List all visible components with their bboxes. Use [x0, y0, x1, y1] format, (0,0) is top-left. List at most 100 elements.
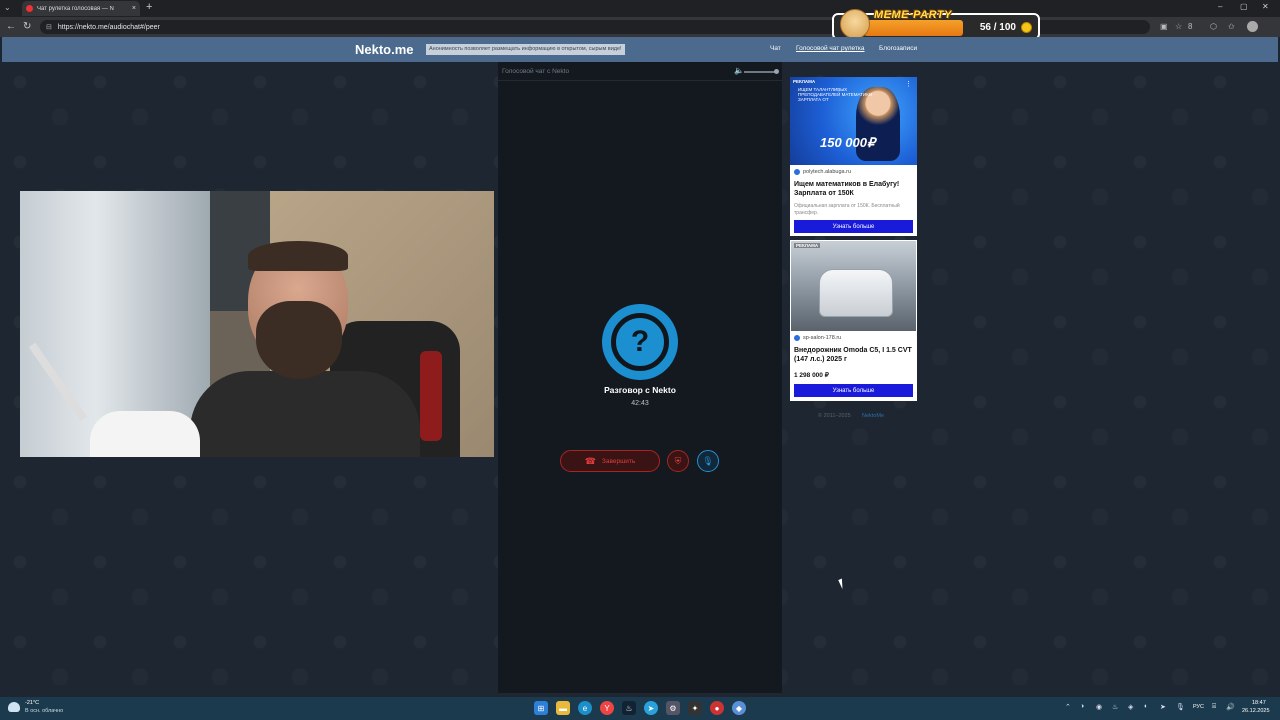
meme-party-widget: MEME·PARTY 56 / 100: [832, 9, 1040, 40]
tray-app-icon[interactable]: ◉: [1096, 703, 1102, 711]
input-language[interactable]: РУС: [1193, 704, 1204, 710]
tray-app-icon[interactable]: ◈: [1128, 703, 1133, 711]
speaker-icon[interactable]: 🔊: [1226, 703, 1235, 711]
volume-icon[interactable]: 🔈: [734, 66, 744, 75]
webcam-video: [20, 191, 494, 457]
ad-title[interactable]: Внедорожник Omoda C5, I 1.5 CVT (147 л.с…: [794, 346, 914, 364]
ad-image-car[interactable]: РЕКЛАМА: [791, 241, 916, 331]
nav-blog[interactable]: Блогозаписи: [879, 45, 917, 52]
ad-learn-more-button[interactable]: Узнать больше: [794, 220, 913, 233]
cam-mic-arm: [90, 411, 200, 457]
tray-telegram-icon[interactable]: ➤: [1160, 703, 1166, 711]
ad-domain-icon: [794, 335, 800, 341]
clock-time[interactable]: 18:47: [1252, 700, 1266, 706]
microphone-button[interactable]: 🎙: [697, 450, 719, 472]
clock-date[interactable]: 26.12.2025: [1242, 708, 1270, 714]
close-window-button[interactable]: ✕: [1262, 2, 1269, 11]
site-header: Nekto.me Анонимность позволяет размещать…: [2, 37, 1278, 62]
doge-icon: [840, 9, 870, 39]
cam-person-body: [190, 371, 420, 457]
tray-microphone-icon[interactable]: 🎙: [1176, 703, 1185, 711]
peer-avatar: ?: [602, 304, 678, 380]
obs-icon[interactable]: ●: [710, 701, 724, 715]
weather-cloud-icon[interactable]: [8, 702, 20, 712]
cam-person-beard: [256, 301, 342, 379]
ad-card-1[interactable]: РЕКЛАМА ⋮ ИЩЕМ ТАЛАНТЛИВЫХ ПРЕПОДАВАТЕЛЕ…: [790, 77, 917, 236]
peer-name: Разговор с Nekto: [604, 385, 676, 395]
back-arrow-icon[interactable]: ←: [6, 21, 16, 32]
ad-domain-text: polytech.alabuga.ru: [803, 169, 852, 175]
browser-tab-bar: ⌄ Чат рулетка голосовая — N × + – ▢ ✕: [0, 0, 1280, 17]
network-icon[interactable]: ⌸: [1212, 703, 1216, 711]
volume-slider[interactable]: [744, 71, 778, 73]
browser-tab-active[interactable]: Чат рулетка голосовая — N ×: [22, 1, 140, 16]
site-favicon-icon: [26, 5, 33, 12]
ad-image-teacher[interactable]: РЕКЛАМА ⋮ ИЩЕМ ТАЛАНТЛИВЫХ ПРЕПОДАВАТЕЛЕ…: [790, 77, 917, 165]
ad-domain-icon: [794, 169, 800, 175]
more-options-icon[interactable]: ⋮: [905, 80, 912, 88]
telegram-icon[interactable]: ➤: [644, 701, 658, 715]
volume-slider-handle[interactable]: [774, 69, 779, 74]
ad-card-2[interactable]: РЕКЛАМА sp-salon-178.ru Внедорожник Omod…: [790, 240, 917, 401]
extensions-icon[interactable]: ⬡: [1210, 22, 1217, 31]
end-call-button[interactable]: ☎ Завершить: [560, 450, 660, 472]
browser-toolbar: ← ↻ ⊟ https://nekto.me/audiochat#/peer ▣…: [0, 17, 1280, 37]
cam-chair-accent: [420, 351, 442, 441]
site-info-icon[interactable]: ⊟: [46, 23, 52, 31]
ad-label: РЕКЛАМА: [793, 79, 816, 84]
microphone-icon: 🎙: [702, 455, 714, 466]
tray-app-icon[interactable]: ◐: [1144, 703, 1148, 710]
weather-description[interactable]: В осн. облачно: [25, 708, 63, 714]
steam-icon[interactable]: ♨: [622, 701, 636, 715]
minimize-button[interactable]: –: [1218, 2, 1222, 11]
yandex-browser-icon[interactable]: Y: [600, 701, 614, 715]
weather-temperature[interactable]: -21°C: [25, 700, 39, 706]
ad-domain[interactable]: polytech.alabuga.ru: [794, 169, 851, 175]
question-mark-icon: ?: [611, 313, 669, 371]
voice-chat-header: Голосовой чат с Nekto 🔈: [498, 62, 782, 81]
droplet-app-icon[interactable]: ◆: [732, 701, 746, 715]
end-call-label: Завершить: [601, 457, 636, 465]
tray-steam-icon[interactable]: ♨: [1112, 703, 1118, 711]
ad-domain[interactable]: sp-salon-178.ru: [794, 335, 841, 341]
meme-party-title: MEME·PARTY: [874, 9, 952, 21]
ad-price: 1 298 000 ₽: [794, 372, 829, 379]
tab-close-icon[interactable]: ×: [132, 5, 136, 12]
tray-app-icon[interactable]: ◑: [1080, 703, 1084, 710]
ad-car-figure: [819, 269, 893, 317]
call-timer: 42:43: [631, 400, 649, 407]
nav-voice-chat[interactable]: Голосовой чат рулетка: [796, 45, 864, 52]
cam-person-hair: [248, 241, 348, 271]
new-tab-button[interactable]: +: [146, 1, 152, 13]
reload-icon[interactable]: ↻: [23, 21, 31, 32]
profile-avatar[interactable]: [1247, 21, 1258, 32]
ad-learn-more-button[interactable]: Узнать больше: [794, 384, 913, 397]
site-logo[interactable]: Nekto.me: [355, 42, 414, 57]
shield-icon: ⛨: [674, 455, 682, 466]
footer-link[interactable]: NektoMe: [862, 413, 884, 419]
tab-title: Чат рулетка голосовая — N: [37, 5, 114, 12]
report-shield-button[interactable]: ⛨: [667, 450, 689, 472]
maximize-button[interactable]: ▢: [1240, 2, 1248, 11]
anonymity-notice: Анонимность позволяет размещать информац…: [426, 44, 625, 55]
voice-chat-panel: Голосовой чат с Nekto 🔈 ? Разговор с Nek…: [498, 62, 782, 693]
tray-overflow-icon[interactable]: ⌃: [1065, 703, 1071, 711]
app-icon[interactable]: ✦: [688, 701, 702, 715]
bookmark-star-icon[interactable]: ☆: [1175, 22, 1182, 31]
favorites-icon[interactable]: ✩: [1228, 22, 1235, 31]
tab-list-chevron-icon[interactable]: ⌄: [4, 3, 11, 12]
toolbar-counter[interactable]: 8: [1188, 22, 1192, 31]
meme-progress-bar: [864, 20, 963, 36]
hang-up-icon: ☎: [584, 455, 596, 466]
ad-label: РЕКЛАМА: [794, 243, 821, 248]
start-menu-icon[interactable]: ⊞: [534, 701, 548, 715]
page-action-icon[interactable]: ▣: [1160, 22, 1168, 31]
settings-gear-icon[interactable]: ⚙: [666, 701, 680, 715]
file-explorer-icon[interactable]: ▬: [556, 701, 570, 715]
nav-chat[interactable]: Чат: [770, 45, 781, 52]
windows-taskbar: -21°C В осн. облачно ⊞ ▬ e Y ♨ ➤ ⚙ ✦ ● ◆…: [0, 697, 1280, 720]
ad-title[interactable]: Ищем математиков в Елабугу! Зарплата от …: [794, 180, 914, 198]
edge-browser-icon[interactable]: e: [578, 701, 592, 715]
meme-counter: 56 / 100: [979, 22, 1016, 33]
ad-domain-text: sp-salon-178.ru: [803, 335, 842, 341]
